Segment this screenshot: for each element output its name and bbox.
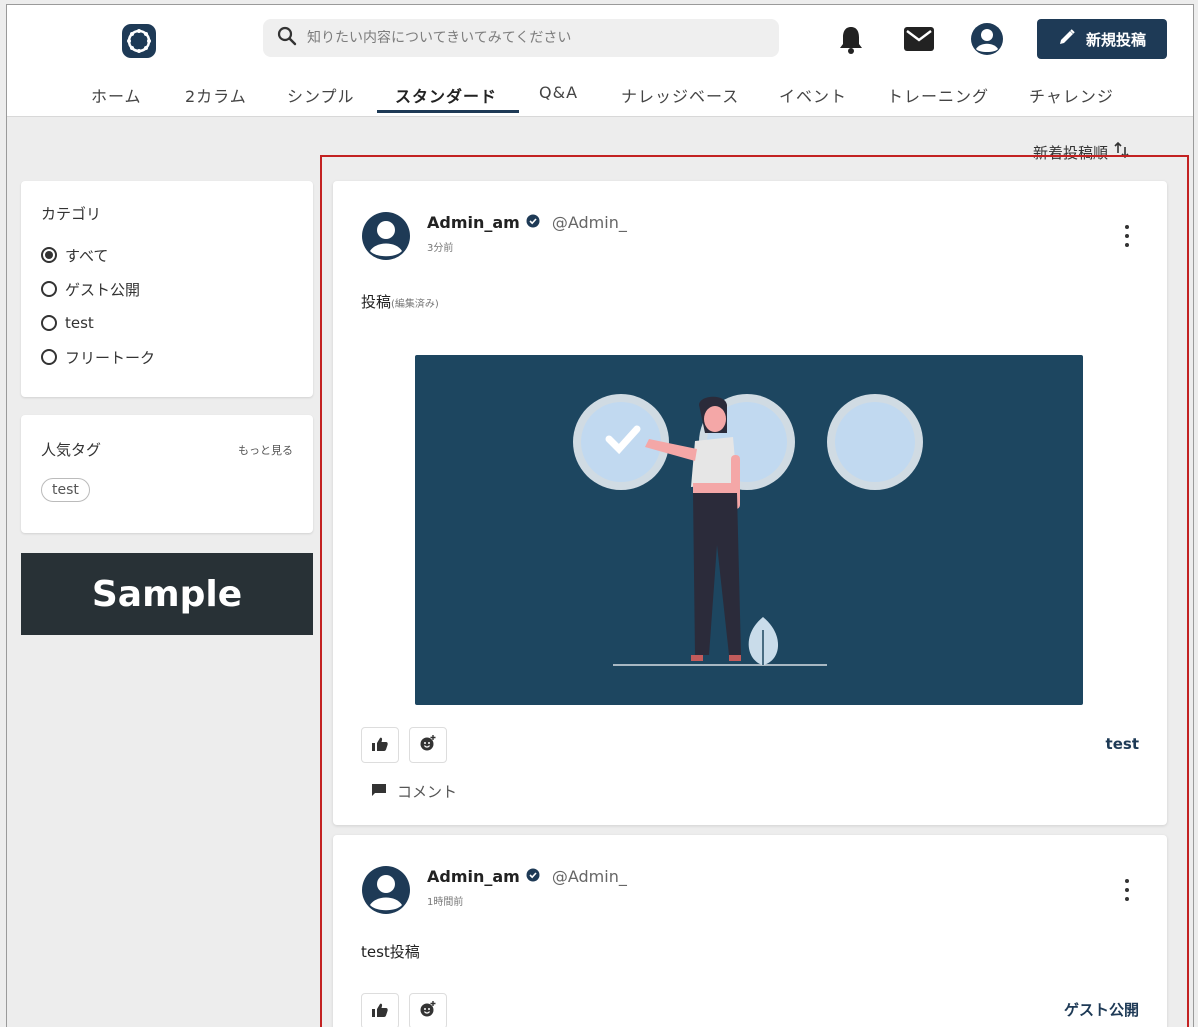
post-category-link[interactable]: ゲスト公開 (1064, 999, 1139, 1020)
post-body: test投稿 (361, 941, 420, 962)
more-tags-link[interactable]: もっと見る (238, 442, 293, 458)
main-nav: ホーム 2カラム シンプル スタンダード Q&A ナレッジベース イベント トレ… (7, 69, 1193, 117)
post-body: 投稿(編集済み) (361, 291, 439, 312)
tab-qa[interactable]: Q&A (539, 83, 578, 102)
thumbs-up-icon (372, 736, 388, 755)
tab-simple[interactable]: シンプル (287, 83, 355, 107)
tab-event[interactable]: イベント (779, 83, 847, 107)
post-text: 投稿 (361, 293, 392, 311)
bell-icon[interactable] (833, 21, 869, 57)
comment-button[interactable]: コメント (371, 781, 457, 802)
category-label: ゲスト公開 (65, 280, 141, 299)
more-menu-icon[interactable] (1123, 225, 1131, 247)
comment-label: コメント (397, 783, 458, 801)
tab-home[interactable]: ホーム (91, 83, 142, 107)
more-menu-icon[interactable] (1123, 879, 1131, 901)
post-time: 1時間前 (427, 897, 464, 908)
popular-tags-title: 人気タグ (41, 441, 102, 459)
avatar-icon[interactable] (361, 211, 411, 261)
radio-icon (41, 281, 57, 297)
post-author[interactable]: Admin_am @Admin_ (427, 867, 627, 886)
author-name: Admin_am (427, 213, 520, 232)
author-handle: @Admin_ (551, 867, 627, 886)
category-option-freetalk[interactable]: フリートーク (41, 340, 293, 374)
thumbs-up-icon (372, 1002, 388, 1021)
tag-chip[interactable]: test (41, 478, 90, 502)
avatar-icon[interactable] (361, 865, 411, 915)
category-label: フリートーク (65, 348, 156, 367)
tab-standard[interactable]: スタンダード (395, 83, 497, 107)
author-handle: @Admin_ (551, 213, 627, 232)
verified-icon (526, 867, 540, 886)
post-card: Admin_am @Admin_ 1時間前 test投稿 ゲスト公開 (333, 835, 1167, 1027)
account-icon[interactable] (969, 21, 1005, 57)
comment-icon (371, 783, 387, 801)
search-input[interactable] (307, 30, 747, 46)
post-image[interactable] (415, 355, 1083, 705)
add-emoji-icon (420, 1001, 436, 1021)
pencil-icon (1058, 28, 1076, 50)
post-card: Admin_am @Admin_ 3分前 投稿(編集済み) test コメント (333, 181, 1167, 825)
tab-knowledge-base[interactable]: ナレッジベース (621, 83, 739, 107)
category-option-guest[interactable]: ゲスト公開 (41, 272, 293, 306)
radio-selected-icon (41, 247, 57, 263)
add-reaction-button[interactable] (409, 727, 447, 763)
search-bar[interactable] (263, 19, 779, 57)
category-title: カテゴリ (41, 205, 102, 223)
category-option-all[interactable]: すべて (41, 238, 293, 272)
edited-label: (編集済み) (391, 299, 439, 310)
post-author[interactable]: Admin_am @Admin_ (427, 213, 627, 232)
active-tab-indicator (377, 110, 519, 113)
tab-training[interactable]: トレーニング (887, 83, 989, 107)
post-category-link[interactable]: test (1106, 735, 1139, 753)
mail-icon[interactable] (901, 21, 937, 57)
author-name: Admin_am (427, 867, 520, 886)
app-frame: 新規投稿 ホーム 2カラム シンプル スタンダード Q&A ナレッジベース イベ… (6, 4, 1194, 1027)
radio-icon (41, 315, 57, 331)
category-label: test (65, 314, 94, 332)
radio-icon (41, 349, 57, 365)
search-icon (277, 26, 297, 50)
sample-banner[interactable]: Sample (21, 553, 313, 635)
new-post-button[interactable]: 新規投稿 (1037, 19, 1167, 59)
like-button[interactable] (361, 993, 399, 1027)
category-option-test[interactable]: test (41, 306, 293, 340)
category-label: すべて (65, 246, 109, 265)
like-button[interactable] (361, 727, 399, 763)
new-post-label: 新規投稿 (1085, 30, 1146, 49)
popular-tags-card: 人気タグ もっと見る test (21, 415, 313, 533)
post-time: 3分前 (427, 243, 454, 254)
add-emoji-icon (420, 735, 436, 755)
category-card: カテゴリ すべて ゲスト公開 test フリートーク (21, 181, 313, 397)
logo-icon[interactable] (119, 21, 159, 61)
verified-icon (526, 213, 540, 232)
header: 新規投稿 ホーム 2カラム シンプル スタンダード Q&A ナレッジベース イベ… (7, 5, 1193, 117)
tab-2column[interactable]: 2カラム (185, 83, 247, 107)
tab-challenge[interactable]: チャレンジ (1029, 83, 1114, 107)
post-text: test投稿 (361, 943, 420, 961)
add-reaction-button[interactable] (409, 993, 447, 1027)
